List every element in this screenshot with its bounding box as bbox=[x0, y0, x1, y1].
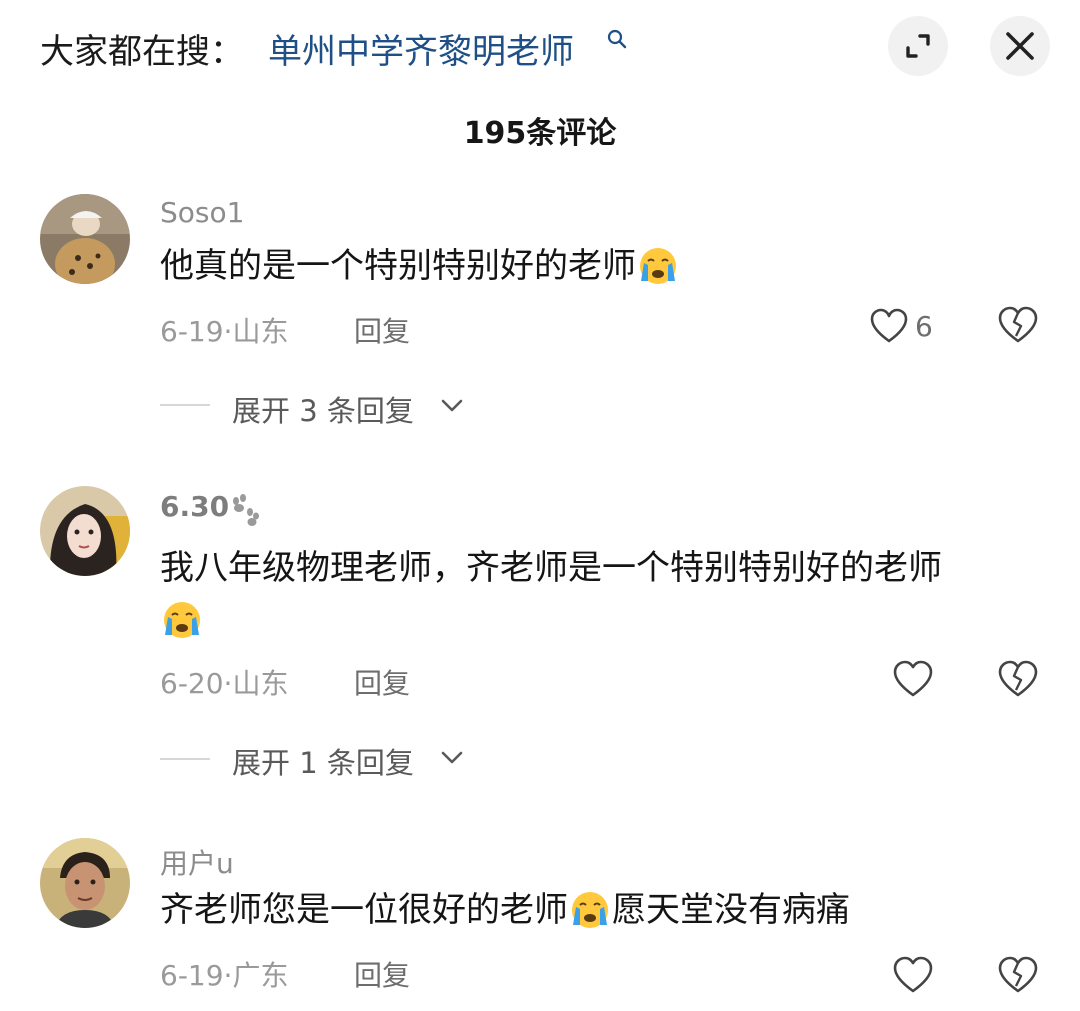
reply-divider bbox=[160, 404, 210, 406]
search-prefix: 大家都在搜： bbox=[40, 32, 244, 72]
comment-username[interactable]: 6.30 bbox=[160, 490, 229, 523]
comment-text-body: 我八年级物理老师，齐老师是一个特别特别好的老师 bbox=[160, 548, 942, 588]
expand-icon bbox=[906, 34, 930, 58]
crying-face-icon bbox=[572, 892, 608, 928]
avatar[interactable] bbox=[40, 194, 130, 284]
broken-heart-icon[interactable] bbox=[998, 660, 1038, 698]
comment-count: 195条评论 bbox=[463, 116, 617, 151]
comment-text: 我八年级物理老师，齐老师是一个特别特别好的老师 bbox=[160, 542, 1040, 646]
broken-heart-icon[interactable] bbox=[998, 306, 1038, 344]
comment-date-location: 6-19·山东 bbox=[160, 315, 289, 348]
chevron-down-icon bbox=[441, 751, 463, 764]
comment-text-body: 齐老师您是一位很好的老师 bbox=[160, 890, 568, 930]
heart-icon[interactable] bbox=[870, 308, 908, 344]
heart-icon[interactable] bbox=[893, 956, 933, 994]
reply-button[interactable]: 回复 bbox=[354, 662, 410, 702]
reply-button[interactable]: 回复 bbox=[354, 954, 410, 994]
comment-text-body: 愿天堂没有病痛 bbox=[612, 890, 850, 930]
expand-replies-button[interactable]: 展开 1 条回复 bbox=[232, 740, 414, 782]
top-bar: 大家都在搜： 单州中学齐黎明老师 bbox=[0, 0, 1080, 100]
comment-date-location: 6-19·广东 bbox=[160, 959, 289, 992]
search-term-link[interactable]: 单州中学齐黎明老师 bbox=[268, 24, 574, 73]
broken-heart-icon[interactable] bbox=[998, 956, 1038, 994]
expand-replies-button[interactable]: 展开 3 条回复 bbox=[232, 388, 414, 430]
comment-text: 齐老师您是一位很好的老师 愿天堂没有病痛 bbox=[160, 884, 1040, 936]
avatar[interactable] bbox=[40, 838, 130, 928]
reply-button[interactable]: 回复 bbox=[354, 310, 410, 350]
avatar[interactable] bbox=[40, 486, 130, 576]
comment-text-body: 他真的是一个特别特别好的老师 bbox=[160, 246, 636, 286]
paw-icon bbox=[233, 494, 259, 526]
crying-face-icon bbox=[640, 248, 676, 284]
close-button[interactable] bbox=[990, 16, 1050, 76]
chevron-down-icon bbox=[441, 399, 463, 412]
crying-face-icon bbox=[164, 602, 200, 638]
reply-divider bbox=[160, 758, 210, 760]
like-count: 6 bbox=[915, 310, 933, 343]
heart-icon[interactable] bbox=[893, 660, 933, 698]
close-icon bbox=[1006, 32, 1034, 60]
search-icon[interactable] bbox=[606, 28, 628, 50]
comment-username[interactable]: Soso1 bbox=[160, 196, 244, 229]
comment-date-location: 6-20·山东 bbox=[160, 667, 289, 700]
comment-text: 他真的是一个特别特别好的老师 bbox=[160, 240, 1040, 292]
expand-button[interactable] bbox=[888, 16, 948, 76]
comment-username[interactable]: 用户u bbox=[160, 842, 234, 882]
